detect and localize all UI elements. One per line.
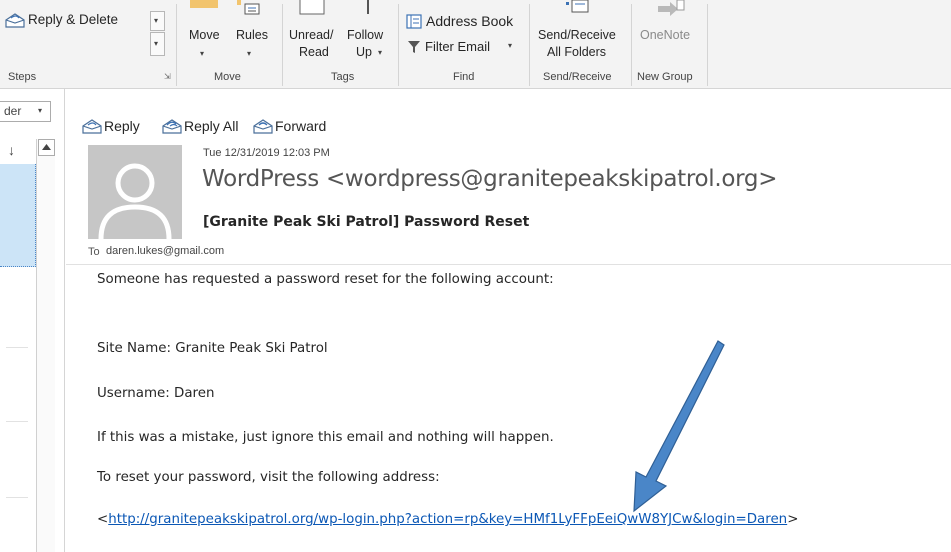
group-divider [282, 4, 283, 86]
unread-read-line1: Unread/ [289, 28, 334, 42]
filter-icon [408, 41, 420, 53]
onenote-button[interactable]: OneNote [636, 0, 706, 66]
new-group-label: New Group [637, 71, 693, 83]
chevron-down-icon: ▾ [378, 48, 383, 57]
unread-read-line2: Read [299, 45, 329, 59]
forward-icon [253, 119, 273, 134]
body-line: Site Name: Granite Peak Ski Patrol [97, 341, 328, 356]
annotation-arrow-icon [633, 340, 725, 513]
sort-arrow-icon[interactable]: ↓ [8, 142, 15, 158]
list-item-divider [6, 497, 28, 498]
flag-icon [367, 0, 369, 14]
header-divider [66, 264, 951, 265]
follow-up-button[interactable]: Follow Up ▾ [343, 0, 393, 66]
send-receive-group-label: Send/Receive [543, 71, 612, 83]
reply-label: Reply [104, 118, 140, 134]
list-item-divider [6, 347, 28, 348]
link-open-bracket: < [97, 512, 109, 527]
person-silhouette-icon [98, 163, 172, 239]
message-date: Tue 12/31/2019 12:03 PM [203, 147, 330, 159]
reply-all-label: Reply All [184, 118, 239, 134]
move-icon [190, 0, 218, 8]
body-line: Username: Daren [97, 386, 215, 401]
group-divider [631, 4, 632, 86]
folder-filter-dropdown[interactable]: der ▾ [0, 101, 51, 122]
forward-label: Forward [275, 118, 327, 134]
send-receive-icon [566, 0, 589, 13]
chevron-down-icon: ▾ [154, 39, 159, 48]
body-line: To reset your password, visit the follow… [97, 470, 440, 485]
send-receive-line2: All Folders [547, 45, 607, 59]
body-line: If this was a mistake, just ignore this … [97, 430, 554, 445]
chevron-down-icon: ▾ [38, 106, 43, 115]
message-list-scrollbar[interactable] [36, 139, 55, 552]
chevron-down-icon: ▾ [200, 49, 205, 58]
quicksteps-scroll-up[interactable]: ▾ [150, 11, 165, 31]
rules-icon [237, 0, 260, 15]
move-label: Move [189, 28, 220, 42]
send-receive-all-button[interactable]: Send/Receive All Folders [534, 0, 626, 66]
scroll-up-icon [42, 144, 51, 150]
message-subject: [Granite Peak Ski Patrol] Password Reset [203, 214, 530, 230]
body-line: Someone has requested a password reset f… [97, 272, 554, 287]
scroll-up-button[interactable] [38, 139, 55, 156]
list-item-divider [6, 421, 28, 422]
send-receive-line1: Send/Receive [538, 28, 616, 42]
to-address[interactable]: daren.lukes@gmail.com [106, 245, 224, 257]
link-close-bracket: > [787, 512, 799, 527]
reply-icon [82, 119, 102, 134]
move-button[interactable]: Move ▾ [184, 0, 224, 66]
message-list-pane: der ▾ ↓ [0, 89, 65, 552]
reply-delete-icon [5, 13, 25, 28]
sender-name[interactable]: WordPress <wordpress@granitepeakskipatro… [202, 166, 778, 192]
group-divider [529, 4, 530, 86]
reply-delete-label: Reply & Delete [28, 12, 119, 27]
rules-label: Rules [236, 28, 268, 42]
sender-avatar[interactable] [88, 145, 182, 239]
chevron-down-icon: ▾ [508, 41, 513, 50]
folder-filter-label: der [4, 104, 22, 118]
group-divider [707, 4, 708, 86]
move-group-label: Move [214, 71, 241, 83]
onenote-label: OneNote [640, 28, 691, 42]
onenote-icon [658, 0, 685, 16]
chevron-down-icon: ▾ [247, 49, 252, 58]
dialog-launcher-icon[interactable]: ⇲ [164, 72, 171, 81]
tags-group-label: Tags [331, 71, 355, 83]
unread-read-button[interactable]: Unread/ Read [287, 0, 339, 66]
rules-button[interactable]: Rules ▾ [228, 0, 268, 66]
to-label: To [88, 246, 100, 258]
reply-all-icon [162, 119, 182, 134]
quicksteps-group-label: Steps [8, 71, 37, 83]
group-divider [176, 4, 177, 86]
group-divider [398, 4, 399, 86]
envelope-icon [299, 0, 325, 15]
ribbon: Reply & Delete ▾ ▾ Steps ⇲ Move ▾ Rules … [0, 0, 951, 89]
address-book-label: Address Book [426, 13, 514, 29]
filter-email-label: Filter Email [425, 39, 491, 54]
chevron-up-icon: ▾ [154, 16, 159, 25]
reading-pane: Reply Reply All Forward Tue 12/31/2019 1… [66, 89, 951, 552]
follow-up-line1: Follow [347, 28, 384, 42]
selected-message-item[interactable] [0, 164, 36, 267]
quicksteps-more[interactable]: ▾ [150, 32, 165, 56]
address-book-icon [406, 14, 422, 29]
find-group-label: Find [453, 71, 475, 83]
follow-up-line2: Up [356, 45, 372, 59]
